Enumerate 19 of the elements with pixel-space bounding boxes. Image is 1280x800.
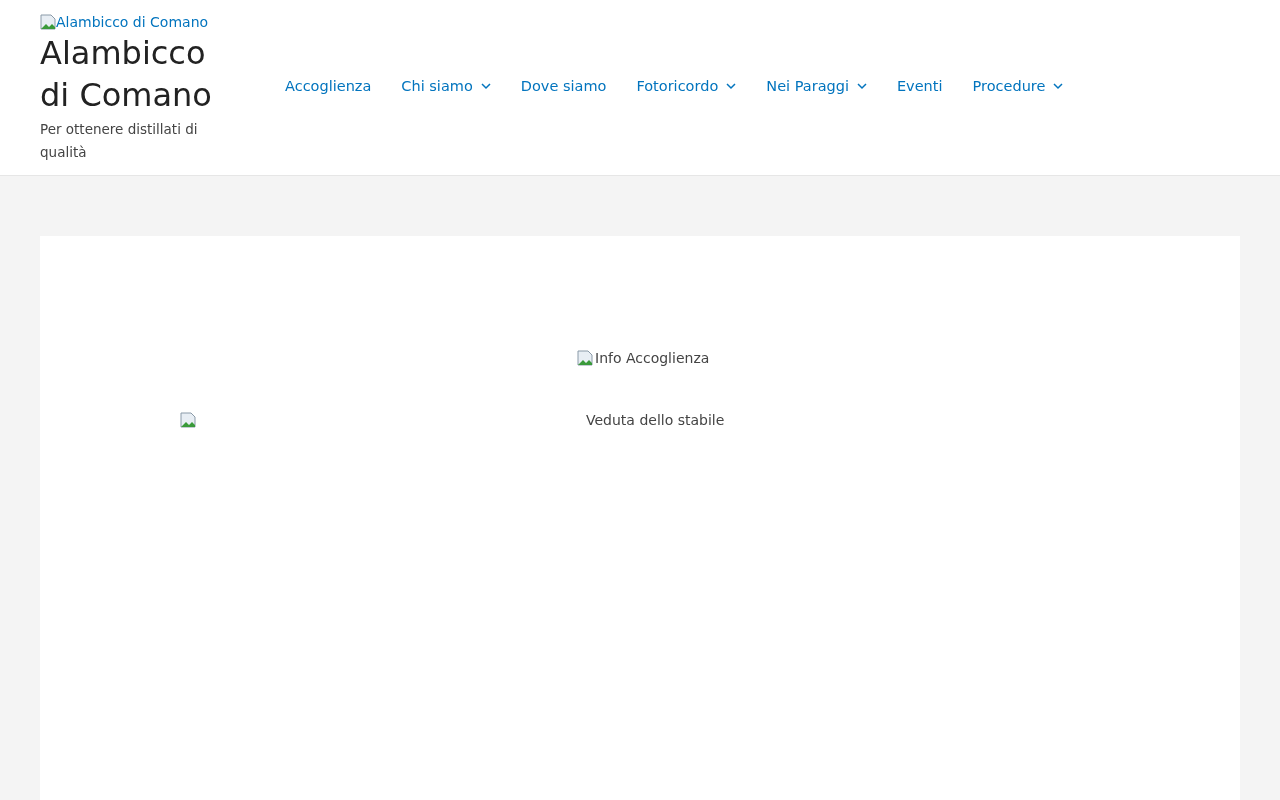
broken-image-icon xyxy=(180,412,196,428)
nav-menu-item[interactable]: Chi siamo xyxy=(386,78,506,94)
chevron-down-icon xyxy=(480,82,491,90)
nav-menu-item[interactable]: Eventi xyxy=(881,78,958,94)
chevron-down-icon xyxy=(856,82,867,90)
site-tagline: Per ottenere distillati di qualità xyxy=(40,120,199,162)
broken-image-icon xyxy=(40,14,56,30)
broken-image-icon xyxy=(577,350,593,366)
nav-menu-item[interactable]: Accoglienza xyxy=(270,78,387,94)
nav-menu-item[interactable]: Dove siamo xyxy=(505,78,622,94)
chevron-down-icon xyxy=(1053,82,1064,90)
site-logo-link[interactable]: Alambicco di Comano xyxy=(40,14,240,30)
site-title[interactable]: Alambicco di Comano xyxy=(40,32,230,116)
nav-menu-item[interactable]: Fotoricordo xyxy=(621,78,752,94)
image-alt-text: Info Accoglienza xyxy=(595,350,710,366)
nav-menu-item[interactable]: Nei Paraggi xyxy=(751,78,882,94)
image-alt-text: Veduta dello stabile xyxy=(586,412,725,428)
chevron-down-icon xyxy=(726,82,737,90)
nav-menu-item[interactable]: Procedure xyxy=(957,78,1079,94)
